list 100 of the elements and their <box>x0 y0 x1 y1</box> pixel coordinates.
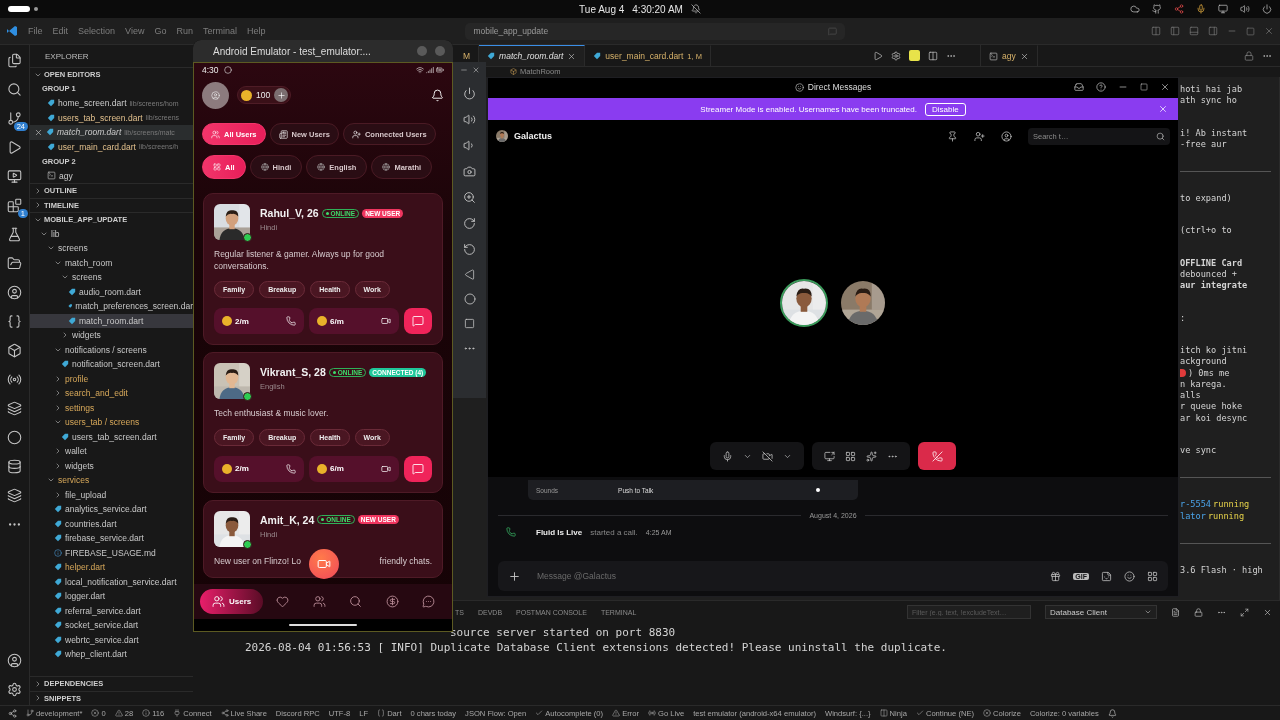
extensions-icon[interactable] <box>7 198 22 213</box>
cloud-icon[interactable] <box>1130 4 1140 14</box>
video-call-button[interactable]: 6/m <box>309 455 399 482</box>
folder-entry[interactable]: file_upload <box>30 487 193 502</box>
explorer-entry[interactable]: referral_service.dart <box>30 603 193 618</box>
database-icon[interactable] <box>7 459 22 474</box>
source-control-icon[interactable] <box>7 111 22 126</box>
nav-item[interactable]: Users <box>200 589 264 614</box>
menu-item[interactable]: Edit <box>52 26 69 36</box>
folder-entry[interactable]: services <box>30 473 193 488</box>
profile-avatar[interactable] <box>202 81 229 109</box>
rotate-left-icon[interactable] <box>463 243 476 256</box>
disable-button[interactable]: Disable <box>924 102 966 116</box>
explorer-entry[interactable]: firebase_service.dart <box>30 531 193 546</box>
settings-icon[interactable] <box>7 682 22 697</box>
close-icon[interactable] <box>1019 51 1029 61</box>
zoom-icon[interactable] <box>463 191 476 204</box>
close-icon[interactable] <box>1160 82 1170 92</box>
inbox-icon[interactable] <box>1074 82 1084 92</box>
message-button[interactable] <box>404 308 432 334</box>
lock-icon[interactable] <box>1244 50 1254 61</box>
explorer-entry[interactable]: users_tab_screen.dart <box>30 429 193 444</box>
folder-entry[interactable]: screens <box>30 241 193 256</box>
braces-icon[interactable] <box>7 314 22 329</box>
panel-right-icon[interactable] <box>1208 26 1218 36</box>
circle-icon[interactable] <box>7 430 22 445</box>
menu-item[interactable]: Terminal <box>202 26 237 36</box>
workspace-indicator-icon[interactable] <box>8 6 40 12</box>
camera-icon[interactable] <box>463 165 476 178</box>
explorer-entry[interactable]: audio_room.dart <box>30 284 193 299</box>
maximize-icon[interactable] <box>1140 83 1148 91</box>
plus-icon[interactable] <box>508 569 521 583</box>
help-icon[interactable] <box>1096 82 1106 92</box>
soundboard-button[interactable] <box>864 448 879 464</box>
explorer-entry[interactable]: helper.dart <box>30 560 193 575</box>
split-editor-icon[interactable] <box>928 50 938 61</box>
broadcast-icon[interactable] <box>7 372 22 387</box>
menu-item[interactable]: Selection <box>78 26 116 36</box>
notifications-icon[interactable] <box>431 88 444 102</box>
folder-entry[interactable]: search_and_edit <box>30 386 193 401</box>
folder-entry[interactable]: widgets <box>30 458 193 473</box>
menu-item[interactable]: Go <box>154 26 167 36</box>
folder-entry[interactable]: notifications / screens <box>30 342 193 357</box>
add-coins-button[interactable] <box>274 88 289 102</box>
search-icon[interactable] <box>7 82 22 97</box>
message-button[interactable] <box>404 455 432 482</box>
explorer-entry[interactable]: analytics_service.dart <box>30 502 193 517</box>
folder-icon[interactable] <box>7 256 22 271</box>
folder-entry[interactable]: settings <box>30 400 193 415</box>
remote-desktop-icon[interactable] <box>1174 4 1184 14</box>
gift-icon[interactable] <box>1050 570 1062 582</box>
explorer-entry[interactable]: match_room.dart <box>30 313 193 328</box>
volume-up-icon[interactable] <box>463 113 476 126</box>
hang-up-button[interactable] <box>918 442 956 470</box>
folder-entry[interactable]: lib <box>30 226 193 241</box>
add-user-icon[interactable] <box>974 130 985 142</box>
open-editor-item[interactable]: agy <box>30 168 193 183</box>
explorer-entry[interactable]: notification_screen.dart <box>30 357 193 372</box>
home-indicator[interactable] <box>289 623 357 627</box>
open-log-icon[interactable] <box>1171 607 1180 617</box>
microphone-icon[interactable] <box>1196 4 1206 14</box>
back-icon[interactable] <box>464 269 475 280</box>
remote-explorer-icon[interactable] <box>7 169 22 184</box>
close-icon[interactable] <box>567 51 577 61</box>
layers-icon[interactable] <box>7 488 22 503</box>
folder-entry[interactable]: widgets <box>30 328 193 343</box>
profile-icon[interactable] <box>1001 130 1012 142</box>
close-icon[interactable] <box>1264 26 1274 36</box>
close-icon[interactable] <box>1263 607 1272 617</box>
folder-entry[interactable]: screens <box>30 270 193 285</box>
flask-icon[interactable] <box>7 227 22 242</box>
menu-item[interactable]: File <box>28 26 43 36</box>
folder-entry[interactable]: match_room <box>30 255 193 270</box>
explorer-entry[interactable]: socket_service.dart <box>30 618 193 633</box>
menu-item[interactable]: View <box>125 26 145 36</box>
explorer-entry[interactable]: local_notification_service.dart <box>30 574 193 589</box>
menu-item[interactable]: Help <box>246 26 266 36</box>
box-icon[interactable] <box>7 343 22 358</box>
account-icon[interactable] <box>7 653 22 668</box>
volume-down-icon[interactable] <box>463 139 476 152</box>
explorer-entry[interactable]: whep_client.dart <box>30 647 193 662</box>
folder-entry[interactable]: wallet <box>30 444 193 459</box>
maximize-icon[interactable] <box>1240 607 1249 617</box>
panel-bottom-icon[interactable] <box>1189 26 1199 36</box>
pin-icon[interactable] <box>947 130 958 142</box>
command-center[interactable]: mobile_app_update <box>465 22 846 40</box>
power-icon[interactable] <box>463 87 476 100</box>
explorer-entry[interactable]: webrtc_service.dart <box>30 632 193 647</box>
remote-icon[interactable] <box>8 708 17 718</box>
ai-gear-icon[interactable] <box>891 50 901 61</box>
layout-icon[interactable] <box>1151 26 1161 36</box>
panel-left-icon[interactable] <box>1170 26 1180 36</box>
close-icon[interactable] <box>1158 104 1168 114</box>
power-icon[interactable] <box>1262 4 1272 14</box>
run-debug-icon[interactable] <box>7 140 22 155</box>
close-icon[interactable] <box>34 127 43 137</box>
run-icon[interactable] <box>873 50 883 61</box>
apps-icon[interactable] <box>1147 570 1158 582</box>
clock[interactable]: Tue Aug 4 4:30:20 AM <box>579 3 701 15</box>
slider-dot-icon[interactable] <box>816 488 820 492</box>
